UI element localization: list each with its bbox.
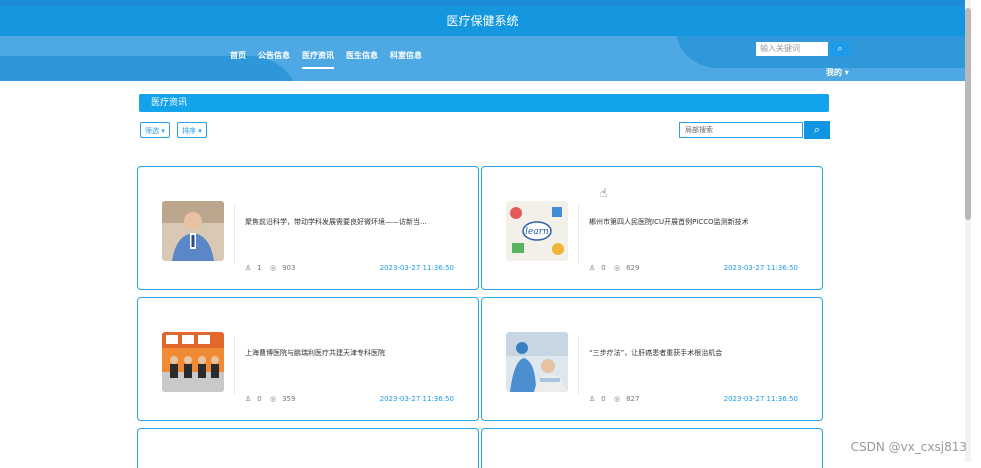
like-count: 0 (257, 395, 262, 403)
hand-cursor-icon: ☝ (600, 186, 608, 200)
like-count: 1 (257, 264, 262, 272)
article-stats: ♙ 0 ◎ 359 (245, 395, 301, 403)
nav-item-departments[interactable]: 科室信息 (390, 50, 422, 69)
local-search-icon[interactable]: ⌕ (804, 121, 830, 139)
article-date: 2023-03-27 11:36:50 (723, 264, 798, 272)
nav-item-doctors[interactable]: 医生信息 (346, 50, 378, 69)
article-title[interactable]: 上海曹博医院与鹏瑞利医疗共建天津专科医院 (245, 348, 470, 358)
main-nav: 首页 公告信息 医疗资讯 医生信息 科室信息 (230, 50, 422, 69)
top-search-input[interactable]: 输入关键词 (756, 42, 828, 56)
eye-icon: ◎ (269, 264, 277, 272)
article-card[interactable]: 上海曹博医院与鹏瑞利医疗共建天津专科医院 ♙ 0 ◎ 359 2023-03-27 … (137, 297, 479, 421)
doctor-portrait-thumbnail (162, 201, 224, 261)
user-menu[interactable]: 我的 ▾ (826, 67, 849, 78)
view-count: 903 (282, 264, 296, 272)
svg-text:learn: learn (525, 227, 549, 237)
page-title: 医疗资讯 (139, 94, 829, 112)
sort-button[interactable]: 排序 ▾ (177, 122, 207, 138)
card-divider (578, 336, 579, 394)
article-stats: ♙ 1 ◎ 903 (245, 264, 301, 272)
patient-care-thumbnail (506, 332, 568, 392)
signing-ceremony-thumbnail (162, 332, 224, 392)
local-search-input[interactable]: 局部搜索 (679, 122, 803, 138)
like-icon: ♙ (589, 395, 596, 403)
eye-icon: ◎ (269, 395, 277, 403)
article-date: 2023-03-27 11:36:50 (723, 395, 798, 403)
article-date: 2023-03-27 11:36:50 (379, 395, 454, 403)
article-title[interactable]: “三步疗法”，让肝癌患者重获手术根治机会 (589, 348, 814, 358)
nav-item-announcements[interactable]: 公告信息 (258, 50, 290, 69)
card-divider (578, 205, 579, 263)
article-title[interactable]: 聚焦前沿科学，带动学科发展需要良好微环境——访新当... (245, 217, 470, 227)
view-count: 359 (282, 395, 296, 403)
card-divider (234, 205, 235, 263)
eye-icon: ◎ (613, 395, 621, 403)
like-icon: ♙ (245, 264, 252, 272)
search-icon[interactable]: ⌕ (830, 42, 850, 56)
like-icon: ♙ (245, 395, 252, 403)
article-card-partial[interactable] (481, 428, 823, 468)
learn-illustration-thumbnail: learn (506, 201, 568, 261)
article-date: 2023-03-27 11:36:50 (379, 264, 454, 272)
article-card-partial[interactable] (137, 428, 479, 468)
view-count: 827 (626, 395, 640, 403)
card-divider (234, 336, 235, 394)
article-card[interactable]: learn 郴州市第四人民医院ICU开展首例PICCO监测新技术 ♙ 0 ◎ 629… (481, 166, 823, 290)
like-icon: ♙ (589, 264, 596, 272)
article-card[interactable]: 聚焦前沿科学，带动学科发展需要良好微环境——访新当... ♙ 1 ◎ 903 202… (137, 166, 479, 290)
watermark: CSDN @vx_cxsj813 (850, 440, 967, 454)
article-stats: ♙ 0 ◎ 629 (589, 264, 645, 272)
article-title[interactable]: 郴州市第四人民医院ICU开展首例PICCO监测新技术 (589, 217, 814, 227)
nav-item-home[interactable]: 首页 (230, 50, 246, 69)
article-stats: ♙ 0 ◎ 827 (589, 395, 645, 403)
article-card[interactable]: “三步疗法”，让肝癌患者重获手术根治机会 ♙ 0 ◎ 827 2023-03-27 … (481, 297, 823, 421)
chevron-down-icon: ▾ (844, 68, 849, 77)
scrollbar-thumb[interactable] (965, 8, 971, 220)
filter-button[interactable]: 筛选 ▾ (140, 122, 170, 138)
eye-icon: ◎ (613, 264, 621, 272)
app-title: 医疗保健系统 (0, 6, 965, 36)
user-menu-label: 我的 (826, 68, 842, 77)
view-count: 629 (626, 264, 640, 272)
like-count: 0 (601, 395, 606, 403)
like-count: 0 (601, 264, 606, 272)
nav-item-medical-news[interactable]: 医疗资讯 (302, 50, 334, 69)
